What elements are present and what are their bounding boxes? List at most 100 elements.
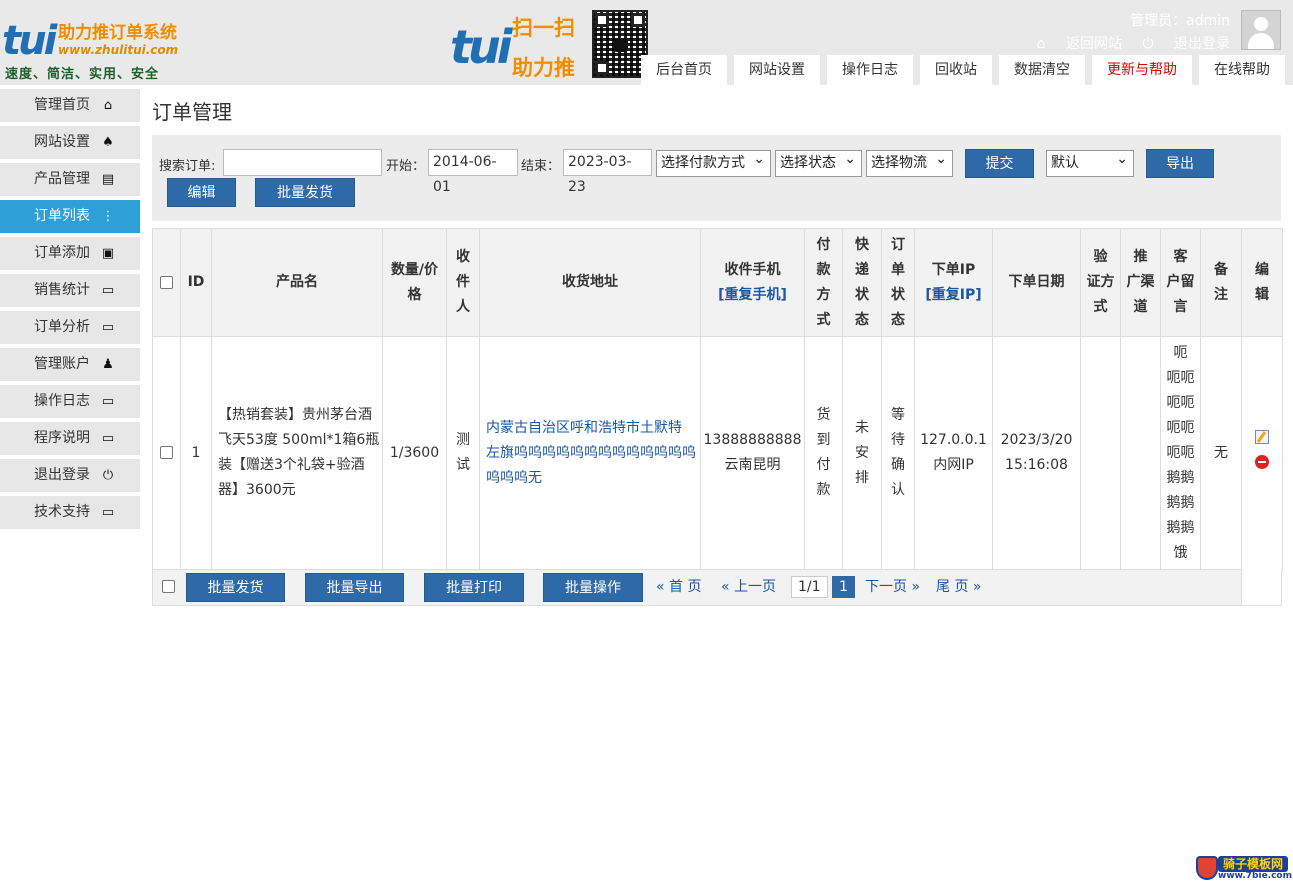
top-header: tui 助力推订单系统 www.zhulitui.com 速度、简洁、实用、安全… (0, 0, 1293, 85)
row-checkbox[interactable] (160, 446, 173, 459)
cell-line: 呃 (1173, 344, 1188, 361)
current-page[interactable]: 1 (832, 576, 855, 598)
col-id: ID (180, 228, 212, 337)
tab-operation-log[interactable]: 操作日志 (827, 55, 913, 85)
col-order-status: 订单状态 (881, 228, 915, 337)
avatar[interactable] (1241, 10, 1281, 50)
cell-ip: 127.0.0.1 内网IP (914, 336, 993, 570)
col-edit: 编辑 (1241, 228, 1283, 337)
select-all-checkbox[interactable] (160, 275, 173, 289)
sidebar-item[interactable]: 订单列表 ⋮ (0, 200, 140, 233)
batch-print-button[interactable]: 批量打印 (424, 573, 524, 602)
page-info: 1/1 (791, 576, 828, 598)
promo-push-text: 助力推 (512, 56, 575, 80)
cell-line: 饿 (1173, 544, 1188, 561)
sidebar-item[interactable]: 程序说明 ▭ (0, 422, 140, 455)
batch-export-button[interactable]: 批量导出 (305, 573, 404, 602)
logo-url: www.zhulitui.com (58, 43, 179, 57)
end-date-input[interactable]: 2023-03-23 (563, 149, 652, 195)
cell-qty-price: 1/3600 (382, 336, 447, 570)
delete-order-icon[interactable] (1255, 455, 1269, 469)
payment-method-select[interactable]: 选择付款方式 (656, 147, 771, 177)
select-all-cell (152, 228, 181, 337)
tab-site-settings[interactable]: 网站设置 (734, 55, 820, 85)
search-input[interactable] (223, 149, 382, 176)
sidebar-item[interactable]: 产品管理 ▤ (0, 163, 140, 196)
watermark-logo: 骑子模板网 www.7bie.com (1190, 854, 1292, 882)
cell-line: 安 (855, 444, 869, 461)
sidebar-item-label: 产品管理 (34, 171, 90, 187)
first-page-link[interactable]: « 首 页 (656, 576, 701, 598)
tab-recycle-bin[interactable]: 回收站 (920, 55, 992, 85)
row-select-cell (152, 336, 181, 570)
logistics-select[interactable]: 选择物流 (866, 147, 953, 177)
cell-line: 呃呃 (1166, 419, 1195, 436)
sidebar-item[interactable]: 网站设置 ♠ (0, 126, 140, 159)
cell-line: 到 (816, 432, 831, 448)
ip-address: 127.0.0.1 (920, 432, 987, 448)
sidebar-item[interactable]: 订单分析 ▭ (0, 311, 140, 344)
cell-line: 备 (1214, 261, 1228, 278)
sidebar-item[interactable]: 管理首页 ⌂ (0, 89, 140, 122)
cell-line: 态 (855, 311, 869, 328)
filter-bar: 搜索订单: 开始： 2014-06-01 结束： 2023-03-23 选择付款… (152, 135, 1281, 221)
logo-mark: tui (2, 18, 57, 64)
sidebar-item[interactable]: 管理账户 ♟ (0, 348, 140, 381)
sidebar-item-label: 操作日志 (34, 393, 90, 409)
logout-link[interactable]: ⏻ 退出登录 (1142, 36, 1230, 52)
dup-ip-link[interactable]: [重复IP] (925, 287, 981, 303)
cell-line: 注 (1214, 286, 1228, 303)
cell-line: 认 (891, 482, 905, 498)
col-product: 产品名 (211, 228, 383, 337)
sidebar-item-label: 网站设置 (34, 134, 90, 150)
sidebar-item-label: 管理首页 (34, 97, 90, 113)
prev-page-link[interactable]: « 上一页 (721, 576, 776, 598)
batch-ship-footer-button[interactable]: 批量发货 (186, 573, 285, 602)
back-to-site-link[interactable]: ⌂ 返回网站 (1037, 36, 1122, 52)
tab-online-help[interactable]: 在线帮助 (1199, 55, 1285, 85)
phone-number: 13888888888 (703, 432, 802, 448)
status-select[interactable]: 选择状态 (775, 147, 862, 177)
start-date-label: 开始： (386, 159, 426, 174)
edit-button[interactable]: 编辑 (167, 178, 236, 207)
sidebar-item[interactable]: 退出登录 ⏻ (0, 459, 140, 492)
sidebar-item[interactable]: 销售统计 ▭ (0, 274, 140, 307)
dup-phone-link[interactable]: [重复手机] (718, 287, 787, 303)
window-icon: ▭ (101, 431, 115, 446)
admin-label: 管理员：admin (1130, 13, 1230, 29)
sort-select[interactable]: 默认 (1046, 147, 1134, 177)
cell-line: 未 (855, 419, 869, 436)
cell-line: 呃呃 (1166, 369, 1195, 386)
cell-line: 鹅鹅 (1166, 469, 1195, 486)
cell-line: 件 (456, 274, 470, 290)
cell-line: 测 (456, 432, 470, 448)
cell-line: 状 (855, 286, 869, 303)
sidebar-item[interactable]: 订单添加 ▣ (0, 237, 140, 270)
cell-line: 状 (891, 286, 905, 303)
sidebar-item[interactable]: 技术支持 ▭ (0, 496, 140, 529)
tab-update-help[interactable]: 更新与帮助 (1092, 55, 1192, 85)
cell-date: 2023/3/20 15:16:08 (992, 336, 1081, 570)
cell-order-status: 等待确认 (881, 336, 915, 570)
cell-line: 道 (1133, 299, 1148, 315)
col-ip: 下单IP [重复IP] (914, 228, 993, 337)
last-page-link[interactable]: 尾 页 » (936, 576, 981, 598)
cell-receiver: 测试 (446, 336, 480, 570)
table-footer: 批量发货 批量导出 批量打印 批量操作 « 首 页 « 上一页 1/1 1 下一… (152, 569, 1282, 606)
tab-dashboard[interactable]: 后台首页 (641, 55, 727, 85)
submit-button[interactable]: 提交 (965, 149, 1034, 178)
cell-line: 【热销套装】贵州茅台酒 (218, 407, 372, 423)
edit-order-icon[interactable] (1255, 430, 1269, 444)
tab-clear-data[interactable]: 数据清空 (999, 55, 1085, 85)
qr-code-icon (592, 10, 648, 78)
footer-select-all-checkbox[interactable] (162, 580, 175, 593)
sidebar-item[interactable]: 操作日志 ▭ (0, 385, 140, 418)
start-date-input[interactable]: 2014-06-01 (428, 149, 518, 195)
settings-icon: ♠ (102, 135, 114, 150)
export-button[interactable]: 导出 (1146, 149, 1214, 178)
cell-line: 排 (855, 469, 869, 486)
batch-ship-button[interactable]: 批量发货 (255, 178, 355, 207)
next-page-link[interactable]: 下一页 » (865, 576, 920, 598)
window-icon: ▭ (101, 394, 115, 409)
batch-operation-button[interactable]: 批量操作 (543, 573, 643, 602)
